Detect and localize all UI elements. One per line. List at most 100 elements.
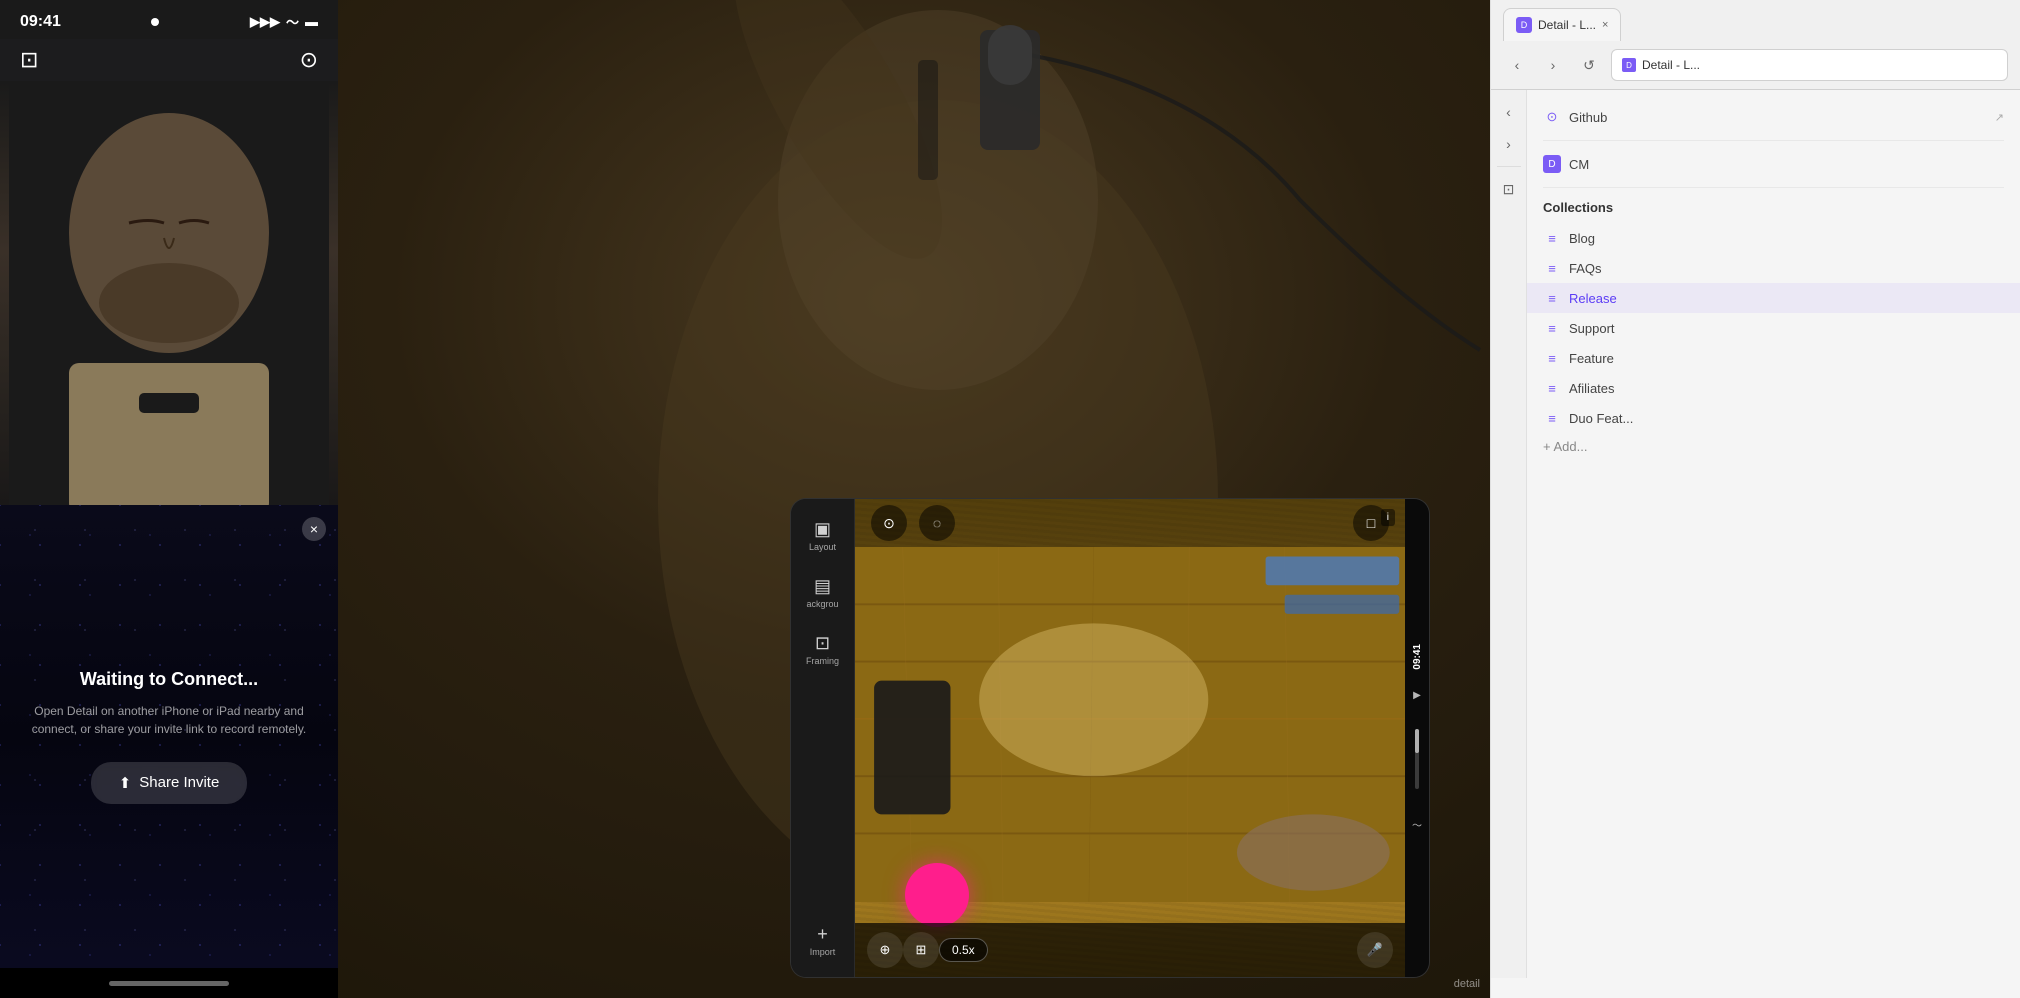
share-invite-button[interactable]: ⬆ Share Invite (91, 762, 248, 804)
phone-status-bar: 09:41 ▶▶▶ 〜 ▬ (0, 0, 338, 39)
browser-tab-bar: D Detail - L... × (1491, 0, 2020, 41)
browser-tab-active[interactable]: D Detail - L... × (1503, 8, 1621, 41)
github-label: Github (1569, 110, 1607, 125)
collection-blog[interactable]: ≡ Blog (1527, 223, 2020, 253)
left-divider (1497, 166, 1521, 167)
tablet-layout-item[interactable]: ▣ Layout (791, 511, 854, 560)
add-label: + Add... (1543, 439, 1587, 454)
faqs-label: FAQs (1569, 261, 1602, 276)
layout-icon: ▣ (814, 519, 831, 540)
collection-faqs[interactable]: ≡ FAQs (1527, 253, 2020, 283)
import-label: Import (810, 947, 836, 957)
feature-icon: ≡ (1543, 349, 1561, 367)
left-bar-back[interactable]: ‹ (1495, 98, 1523, 126)
add-collection-item[interactable]: + Add... (1527, 433, 2020, 460)
record-button-container (905, 863, 969, 927)
waiting-title: Waiting to Connect... (80, 669, 258, 690)
phone-time: 09:41 (20, 13, 61, 31)
address-favicon: D (1622, 58, 1636, 72)
phone-status-icons: ▶▶▶ 〜 ▬ (250, 12, 318, 31)
tablet-content: ⊙ ◌ □ (855, 499, 1405, 977)
tablet-top-bar: ⊙ ◌ □ (855, 499, 1405, 547)
browser-nav-bar: ‹ › ↺ D Detail - L... (1491, 41, 2020, 89)
mic-small-icon: ◌ (933, 515, 941, 531)
collection-afiliates[interactable]: ≡ Afiliates (1527, 373, 2020, 403)
detail-label: detail (1454, 978, 1480, 990)
zoom-level: 0.5x (952, 943, 975, 957)
camera-small-icon: ⊙ (883, 515, 895, 532)
mic-btn[interactable]: 🎤 (1357, 932, 1393, 968)
cm-icon: D (1543, 155, 1561, 173)
multi-cam-icon: ⊞ (916, 942, 927, 958)
tablet-time: 09:41 (1412, 644, 1423, 670)
github-icon: ⊙ (1543, 108, 1561, 126)
volume-slider[interactable] (1415, 729, 1419, 789)
import-plus-icon: + (817, 924, 828, 945)
left-bar-search[interactable]: ⊡ (1495, 175, 1523, 203)
address-text: Detail - L... (1642, 58, 1700, 72)
blog-icon: ≡ (1543, 229, 1561, 247)
volume-level (1415, 729, 1419, 753)
blog-label: Blog (1569, 231, 1595, 246)
tablet-mic-btn[interactable]: ◌ (919, 505, 955, 541)
nav-back-btn[interactable]: ‹ (1503, 51, 1531, 79)
right-sidebar: D Detail - L... × ‹ › ↺ D Detail - L... … (1490, 0, 2020, 998)
camera-switch-btn[interactable]: ⊕ (867, 932, 903, 968)
tablet-right-bar: 09:41 ▶ 〜 (1405, 499, 1429, 977)
separator-2 (1543, 187, 2004, 188)
duo-feat-label: Duo Feat... (1569, 411, 1633, 426)
top-right-indicator: i (1381, 509, 1395, 526)
zoom-button[interactable]: 0.5x (939, 938, 988, 962)
tablet-import-item[interactable]: + Import (791, 916, 854, 965)
home-bar (109, 981, 229, 986)
address-bar[interactable]: D Detail - L... (1611, 49, 2008, 81)
waiting-panel: × Waiting to Connect... Open Detail on a… (0, 505, 338, 969)
mic-cable (900, 0, 1490, 400)
tab-close[interactable]: × (1602, 19, 1608, 31)
collection-support[interactable]: ≡ Support (1527, 313, 2020, 343)
collection-duo-feat[interactable]: ≡ Duo Feat... (1527, 403, 2020, 433)
collection-feature[interactable]: ≡ Feature (1527, 343, 2020, 373)
background-icon: ▤ (814, 576, 831, 597)
person-icon[interactable]: ⊙ (300, 47, 318, 73)
multi-cam-btn[interactable]: ⊞ (903, 932, 939, 968)
layout-label: Layout (809, 542, 836, 552)
collection-release[interactable]: ≡ Release (1527, 283, 2020, 313)
phone-home-indicator (0, 968, 338, 998)
separator (1543, 140, 2004, 141)
phone-screen: 09:41 ▶▶▶ 〜 ▬ ⊡ ⊙ (0, 0, 338, 998)
framing-label: Framing (806, 656, 839, 666)
tablet-mockup: ▣ Layout ▤ ackgrou ⊡ Framing + Import ⊙ (790, 498, 1430, 978)
collections-list: ⊙ Github ↗ D CM Collections ≡ Blog ≡ (1527, 90, 2020, 978)
share-icon: ⬆ (119, 774, 132, 792)
close-button[interactable]: × (302, 517, 326, 541)
afiliates-icon: ≡ (1543, 379, 1561, 397)
cm-item[interactable]: D CM (1527, 149, 2020, 179)
support-label: Support (1569, 321, 1615, 336)
tablet-camera-view: ⊙ ◌ □ (855, 499, 1405, 977)
github-item[interactable]: ⊙ Github ↗ (1527, 102, 2020, 132)
mic-icon-bottom: 🎤 (1367, 942, 1383, 958)
waiting-subtitle: Open Detail on another iPhone or iPad ne… (20, 702, 318, 738)
tablet-top-left-icons: ⊙ ◌ (871, 505, 955, 541)
tablet-background-item[interactable]: ▤ ackgrou (791, 568, 854, 617)
phone-dot (151, 18, 159, 26)
release-icon: ≡ (1543, 289, 1561, 307)
tablet-framing-item[interactable]: ⊡ Framing (791, 625, 854, 674)
background-label: ackgrou (806, 599, 838, 609)
collections-panel: ‹ › ⊡ ⊙ Github ↗ D CM Collections (1491, 90, 2020, 978)
phone-mockup: 09:41 ▶▶▶ 〜 ▬ ⊡ ⊙ (0, 0, 338, 998)
folder-icon[interactable]: ⊡ (20, 47, 38, 73)
nav-refresh-btn[interactable]: ↺ (1575, 51, 1603, 79)
wifi-icon: 〜 (286, 12, 299, 31)
share-invite-label: Share Invite (139, 774, 219, 791)
tablet-device-icon: □ (1367, 515, 1375, 531)
face-svg (9, 81, 329, 505)
tablet-camera-btn[interactable]: ⊙ (871, 505, 907, 541)
left-bar-forward[interactable]: › (1495, 130, 1523, 158)
support-icon: ≡ (1543, 319, 1561, 337)
battery-status: ▬ (305, 14, 318, 29)
record-button[interactable] (905, 863, 969, 927)
browser-chrome: D Detail - L... × ‹ › ↺ D Detail - L... (1491, 0, 2020, 90)
nav-forward-btn[interactable]: › (1539, 51, 1567, 79)
